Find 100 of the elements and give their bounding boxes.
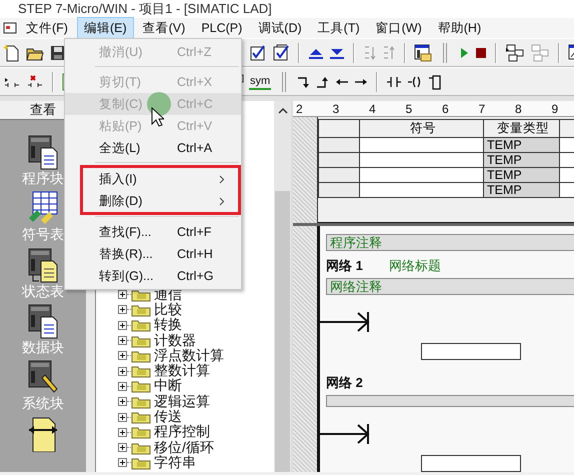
table-cell[interactable] bbox=[360, 168, 484, 182]
tree-item[interactable]: 程序控制 bbox=[154, 423, 210, 442]
folder-icon bbox=[131, 456, 151, 470]
menu-option-label: 撤消(U) bbox=[99, 44, 142, 60]
check-icon[interactable] bbox=[272, 44, 290, 62]
menu-option[interactable]: 查找(F)... Ctrl+F bbox=[65, 221, 241, 243]
new-file-icon[interactable] bbox=[3, 44, 21, 62]
ruler-number: 3 bbox=[332, 102, 340, 116]
tree-item[interactable]: 逻辑运算 bbox=[154, 392, 210, 411]
menu-item[interactable]: 查看(V) bbox=[136, 16, 192, 40]
window-title: STEP 7-Micro/WIN - 项目1 - [SIMATIC LAD] bbox=[18, 0, 272, 18]
expand-icon[interactable] bbox=[118, 305, 127, 314]
cross-reference-icon[interactable] bbox=[27, 416, 59, 452]
table-cell[interactable] bbox=[360, 182, 484, 198]
folder-icon bbox=[131, 364, 151, 378]
tree-item[interactable]: 字符串 bbox=[154, 454, 196, 472]
expand-icon[interactable] bbox=[118, 397, 127, 406]
table-cell[interactable]: TEMP bbox=[484, 182, 560, 198]
app-icon bbox=[3, 21, 17, 35]
folder-icon bbox=[131, 379, 151, 394]
menu-option-label: 复制(C) bbox=[99, 96, 142, 112]
network-comment[interactable] bbox=[326, 394, 574, 408]
delete-contact-icon[interactable] bbox=[26, 74, 44, 90]
shortcut-text: Ctrl+C bbox=[177, 97, 214, 111]
ruler-number: 5 bbox=[406, 102, 414, 116]
menu-item[interactable]: 工具(T) bbox=[310, 16, 367, 40]
network-comment[interactable]: 网络注释 bbox=[326, 278, 574, 295]
table-cell[interactable] bbox=[318, 182, 360, 198]
menu-option[interactable]: 插入(I) bbox=[83, 168, 238, 190]
menu-option[interactable]: 替换(R)... Ctrl+H bbox=[65, 243, 241, 265]
rung-arrow bbox=[320, 310, 370, 333]
folder-icon bbox=[131, 394, 151, 409]
menu-option-label: 删除(D) bbox=[99, 192, 142, 210]
expand-icon[interactable] bbox=[118, 320, 127, 330]
expand-icon[interactable] bbox=[118, 336, 127, 346]
shortcut-text: Ctrl+X bbox=[177, 75, 214, 89]
shortcut-text: Ctrl+H bbox=[177, 247, 214, 261]
scrollbar[interactable] bbox=[274, 101, 291, 472]
ruler-number: 6 bbox=[442, 102, 450, 116]
expand-icon[interactable] bbox=[118, 382, 127, 391]
box-icon[interactable] bbox=[428, 74, 442, 90]
table-cell[interactable] bbox=[360, 152, 484, 168]
expand-icon[interactable] bbox=[118, 443, 127, 452]
save-icon[interactable] bbox=[49, 44, 67, 62]
network-label: 网络 1 bbox=[326, 257, 363, 275]
table-cell[interactable]: TEMP bbox=[484, 168, 560, 182]
chevron-right-icon bbox=[219, 196, 225, 206]
instruction-box[interactable] bbox=[421, 455, 521, 472]
shortcut-text: Ctrl+A bbox=[177, 141, 214, 155]
column-header: 变量类型 bbox=[484, 120, 560, 138]
menu-item[interactable]: 文件(F) bbox=[19, 16, 75, 40]
rung-arrow bbox=[320, 423, 370, 446]
expand-icon[interactable] bbox=[118, 412, 127, 422]
scroll-thumb[interactable] bbox=[275, 191, 290, 472]
shortcut-text: Ctrl+V bbox=[177, 119, 214, 133]
table-cell[interactable]: TEMP bbox=[484, 152, 560, 168]
folder-icon bbox=[131, 318, 151, 332]
folder-icon bbox=[131, 348, 151, 363]
network-icon[interactable] bbox=[505, 44, 525, 62]
run-icon[interactable] bbox=[458, 46, 470, 60]
column-header bbox=[318, 120, 360, 138]
table-cell[interactable] bbox=[360, 138, 484, 152]
tree-item[interactable]: 中断 bbox=[154, 377, 182, 396]
tree-item[interactable]: 比较 bbox=[154, 300, 182, 319]
table-cell[interactable] bbox=[318, 152, 360, 168]
ruler-number: 7 bbox=[478, 102, 486, 116]
table-cell[interactable]: TEMP bbox=[484, 138, 560, 152]
table-cell[interactable] bbox=[318, 138, 360, 152]
folder-icon bbox=[131, 440, 151, 455]
table-cell[interactable] bbox=[318, 168, 360, 182]
menu-item[interactable]: 调试(D) bbox=[251, 16, 309, 40]
check-icon[interactable] bbox=[249, 44, 267, 62]
window-folder-icon[interactable] bbox=[414, 44, 432, 62]
folder-icon bbox=[131, 288, 151, 302]
menu-option[interactable]: 删除(D) bbox=[83, 190, 238, 212]
menu-option[interactable]: 转到(G)... Ctrl+G bbox=[65, 265, 241, 287]
ruler-number: 4 bbox=[369, 102, 377, 116]
sym-button[interactable]: sym bbox=[249, 74, 272, 90]
shortcut-text: Ctrl+G bbox=[177, 269, 214, 283]
menu-option-label: 全选(L) bbox=[99, 140, 140, 156]
expand-icon[interactable] bbox=[118, 428, 127, 437]
folder-icon bbox=[131, 334, 151, 348]
program-comment[interactable]: 程序注释 bbox=[326, 234, 574, 251]
menu-item[interactable]: 窗口(W) bbox=[368, 16, 429, 40]
tree-item[interactable]: 转换 bbox=[154, 316, 182, 334]
menu-option[interactable]: 全选(L) Ctrl+A bbox=[65, 137, 241, 159]
expand-icon[interactable] bbox=[118, 351, 127, 360]
menu-option-label: 插入(I) bbox=[99, 170, 137, 188]
menu-item[interactable]: 帮助(H) bbox=[430, 16, 488, 40]
menu-item[interactable]: PLC(P) bbox=[194, 18, 250, 38]
menu-option-label: 转到(G)... bbox=[99, 268, 154, 284]
network-title[interactable]: 网络标题 bbox=[388, 257, 441, 275]
stop-icon[interactable] bbox=[475, 46, 487, 60]
menu-item[interactable]: 编辑(E) bbox=[76, 16, 134, 40]
expand-icon[interactable] bbox=[118, 458, 127, 468]
instruction-box[interactable] bbox=[421, 342, 521, 360]
expand-icon[interactable] bbox=[118, 366, 127, 376]
menu-option-label: 查找(F)... bbox=[99, 224, 152, 240]
expand-icon[interactable] bbox=[118, 290, 127, 300]
scroll-up-icon[interactable] bbox=[278, 107, 288, 115]
